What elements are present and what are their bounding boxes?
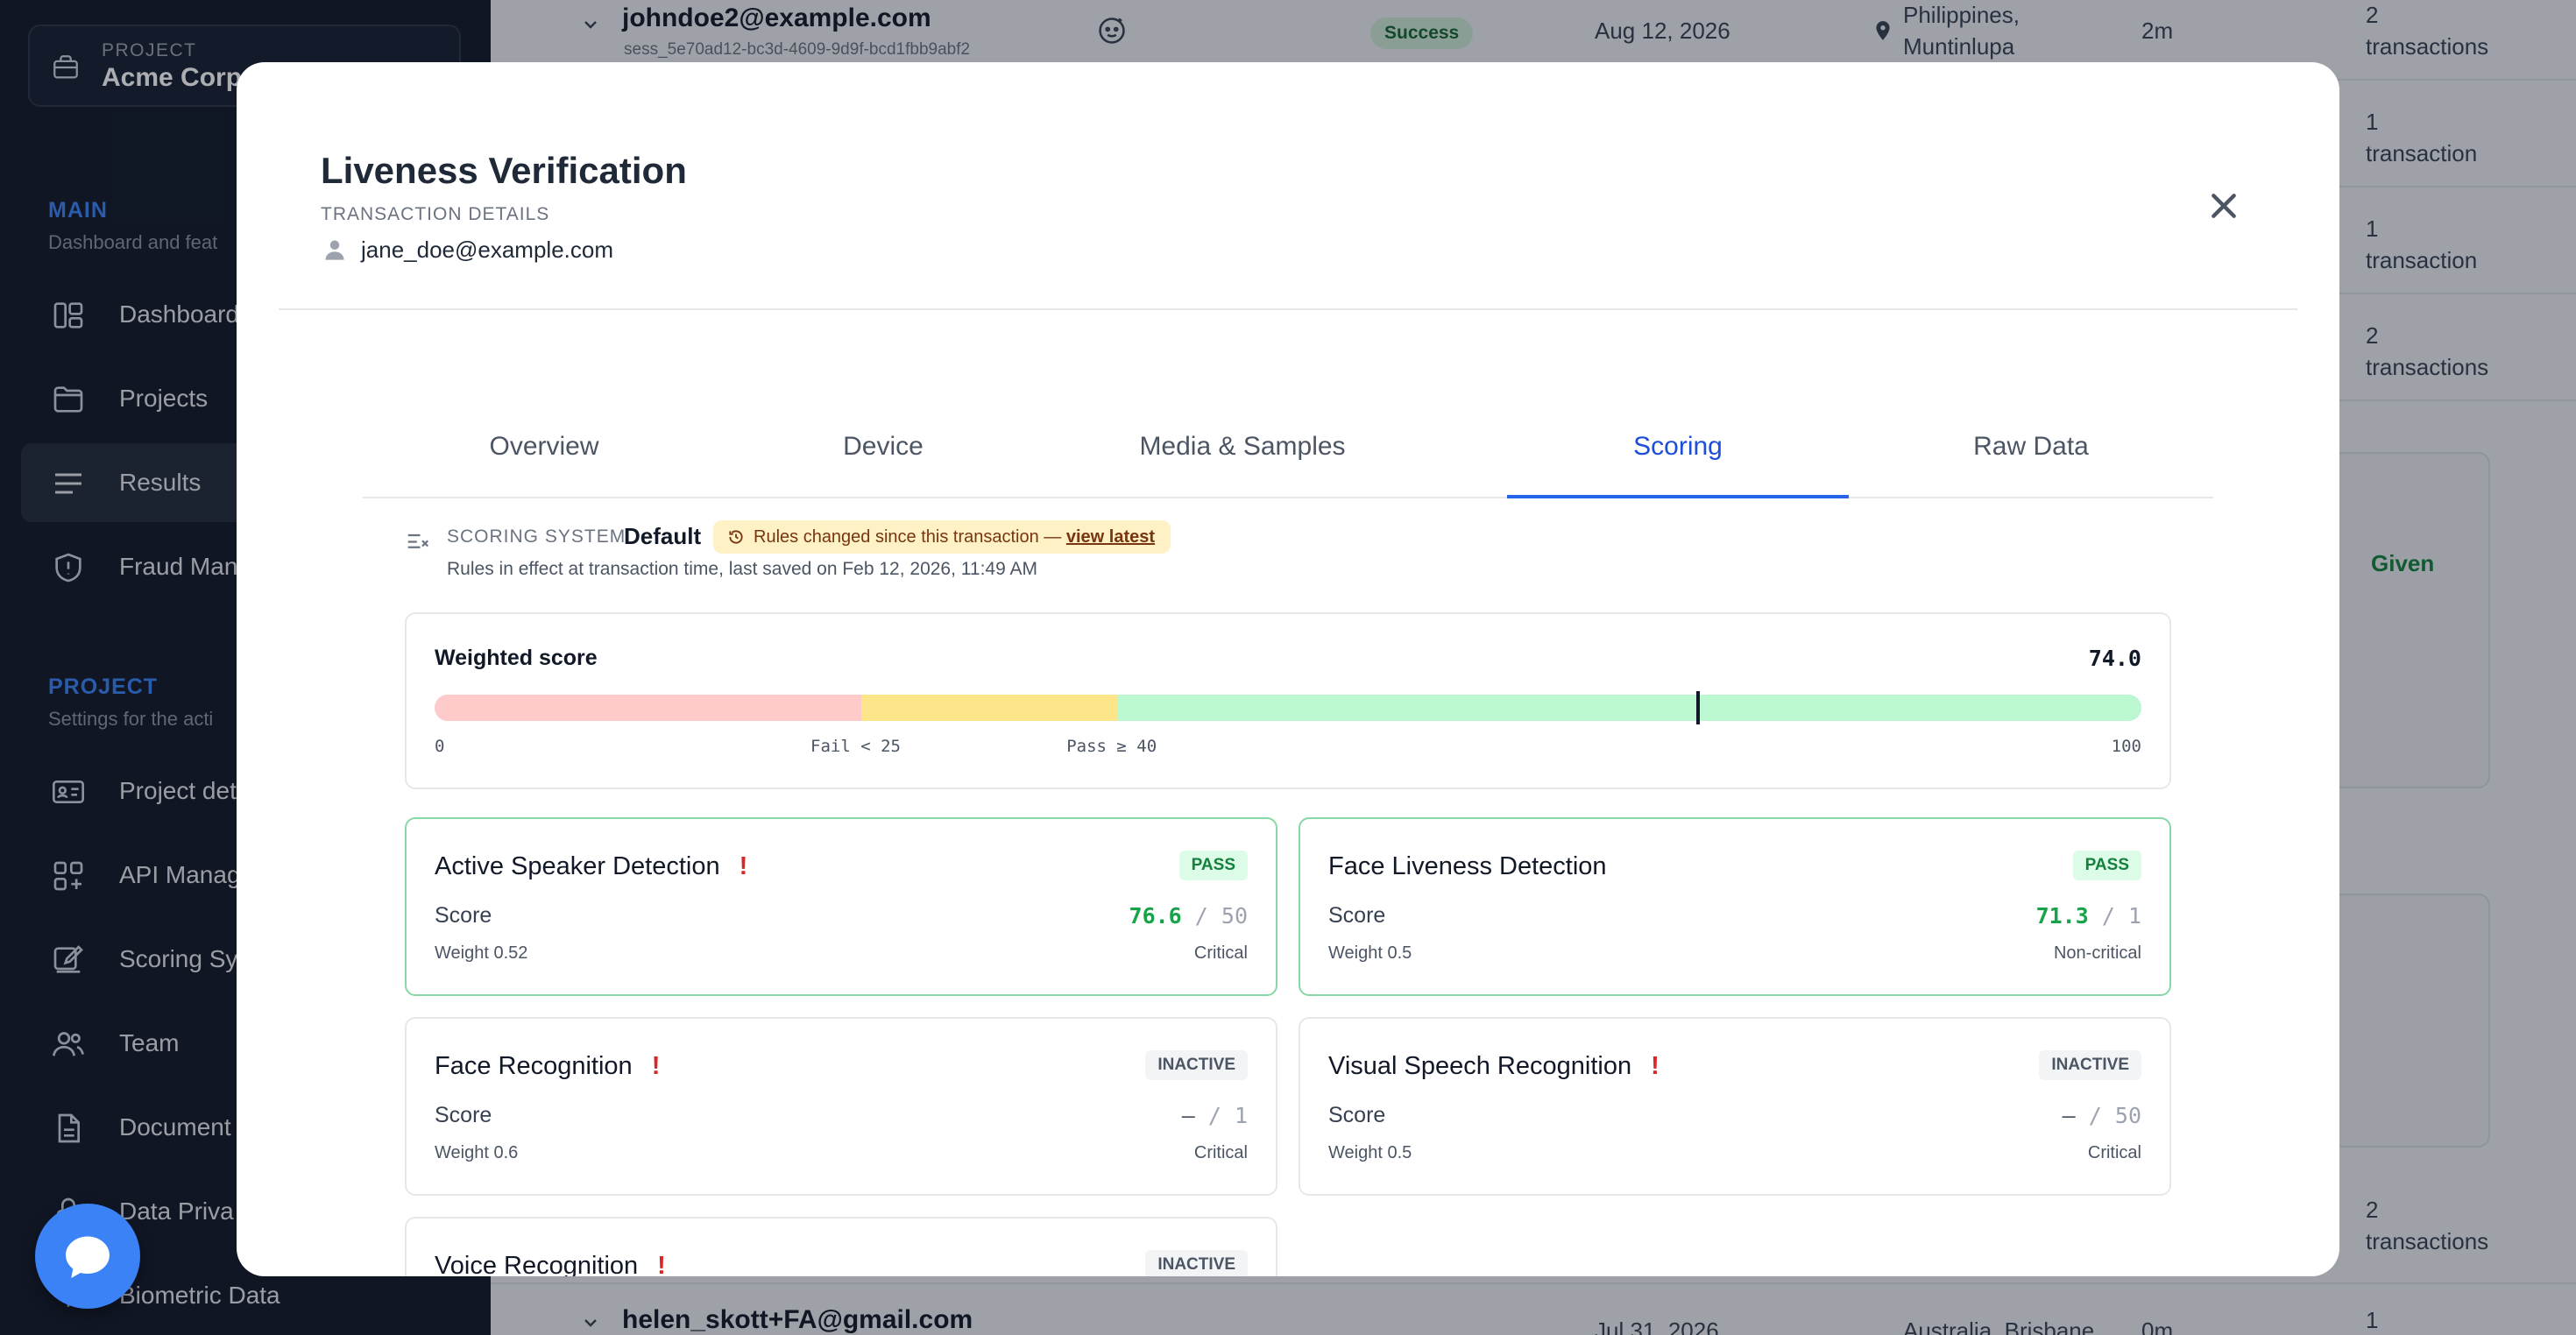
score-card-active-speaker[interactable]: Active Speaker Detection! PASS Score 76.… [405,817,1277,996]
warning-flag-icon: ! [1651,1052,1660,1080]
score-weight: Weight 0.52 [435,943,528,963]
tab-scoring[interactable]: Scoring [1507,378,1849,498]
status-badge: INACTIVE [2039,1050,2141,1080]
fail-segment [435,695,861,721]
score-weight: Weight 0.5 [1328,1143,1412,1162]
score-weight: Weight 0.5 [1328,943,1412,963]
weighted-score-value: 74.0 [2088,646,2141,671]
status-badge: PASS [2072,851,2141,880]
score-bar [435,695,2141,721]
score-card-name: Face Recognition! [435,1052,661,1080]
rules-note: Rules in effect at transaction time, las… [447,559,1037,579]
score-label: Score [1328,903,1386,928]
score-card-name: Active Speaker Detection! [435,852,748,880]
tick-pass-threshold: Pass ≥ 40 [1066,737,1157,756]
score-weight: Weight 0.6 [435,1143,519,1162]
tab-raw-data[interactable]: Raw Data [1849,378,2213,498]
score-label: Score [435,903,492,928]
score-card-visual-speech[interactable]: Visual Speech Recognition! INACTIVE Scor… [1299,1017,2171,1196]
tab-device[interactable]: Device [725,378,1041,498]
score-criticality: Non-critical [2053,943,2141,963]
score-card-voice-recognition[interactable]: Voice Recognition! INACTIVE [405,1217,1277,1276]
close-icon[interactable] [2206,188,2241,223]
score-card-name: Voice Recognition! [435,1252,666,1276]
weighted-score-card: Weighted score 74.0 0 Fail < 25 Pass ≥ 4… [405,612,2171,789]
status-badge: INACTIVE [1145,1050,1248,1080]
pass-segment [1117,695,2141,721]
score-card-name: Visual Speech Recognition! [1328,1052,1660,1080]
tick-max: 100 [2111,737,2141,756]
score-value: – / 1 [1181,1103,1248,1128]
tab-media-samples[interactable]: Media & Samples [1041,378,1444,498]
warning-text: Rules changed since this transaction — [754,527,1062,547]
modal-subtitle: TRANSACTION DETAILS [321,204,550,224]
status-badge: PASS [1178,851,1248,880]
scoring-system-label: SCORING SYSTEM [447,526,626,547]
score-label: Score [435,1103,492,1127]
score-card-face-recognition[interactable]: Face Recognition! INACTIVE Score – / 1 W… [405,1017,1277,1196]
warning-flag-icon: ! [651,1052,661,1080]
rules-changed-warning: Rules changed since this transaction — v… [713,520,1171,554]
warning-flag-icon: ! [657,1252,666,1276]
history-icon [729,530,743,544]
score-card-name: Face Liveness Detection [1328,852,1607,880]
score-criticality: Critical [2087,1143,2141,1162]
tick-fail-threshold: Fail < 25 [810,737,901,756]
tick-min: 0 [435,737,445,756]
weighted-score-title: Weighted score [435,646,598,670]
chat-widget-button[interactable] [35,1204,140,1309]
score-value: – / 50 [2062,1103,2141,1128]
scoring-system-name: Default [624,523,702,549]
score-label: Score [1328,1103,1386,1127]
chat-bubble-icon [66,1236,110,1278]
user-icon [325,240,344,260]
header-divider [279,308,2297,310]
score-criticality: Critical [1193,943,1248,963]
score-value: 76.6 / 50 [1129,903,1248,929]
warn-segment [861,695,1118,721]
tab-bar: Overview Device Media & Samples Scoring … [363,378,2213,498]
score-marker [1695,691,1700,724]
transaction-user-email: jane_doe@example.com [361,237,614,263]
status-badge: INACTIVE [1145,1250,1248,1276]
score-value: 71.3 / 1 [2035,903,2141,929]
liveness-verification-modal: Liveness Verification TRANSACTION DETAIL… [237,62,2339,1276]
warning-flag-icon: ! [739,852,748,880]
tab-overview[interactable]: Overview [363,378,725,498]
score-criticality: Critical [1193,1143,1248,1162]
scoring-rules-icon [407,533,429,548]
score-card-face-liveness[interactable]: Face Liveness Detection PASS Score 71.3 … [1299,817,2171,996]
modal-title: Liveness Verification [321,150,687,191]
view-latest-link[interactable]: view latest [1066,527,1155,547]
